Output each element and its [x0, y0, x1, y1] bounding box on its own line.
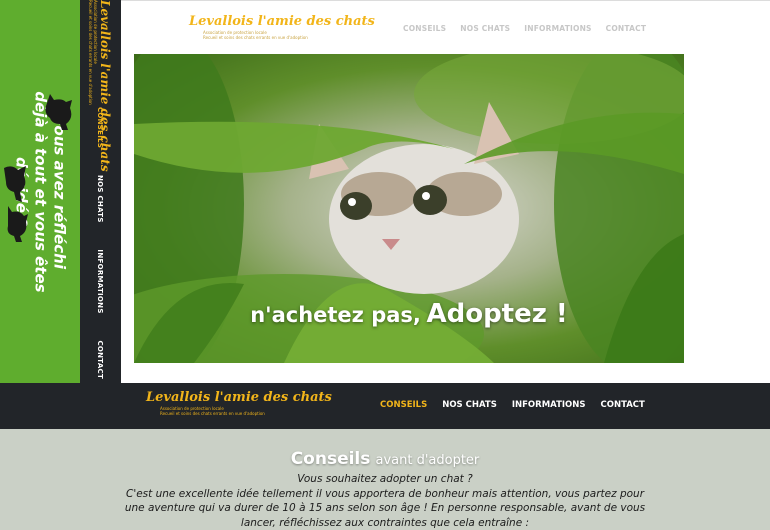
cat-silhouette-icon: [7, 206, 28, 242]
section-title-rest: avant d'adopter: [375, 453, 480, 468]
side-nav-links: CONSEILS NOS CHATS INFORMATIONS CONTACT: [96, 107, 104, 383]
section-title: Conseils avant d'adopter: [0, 449, 770, 469]
main-nav-item-informations[interactable]: INFORMATIONS: [512, 400, 586, 410]
main-nav-item-conseils[interactable]: CONSEILS: [380, 400, 427, 410]
nav-logo-title: Levallois l'amie des chats: [146, 390, 332, 405]
main-nav-bar: Levallois l'amie des chats Association d…: [0, 383, 770, 429]
left-promo-banner: Vous avez réfléchi déjà à tout et vous ê…: [0, 0, 80, 383]
top-nav: CONSEILS NOS CHATS INFORMATIONS CONTACT: [403, 24, 646, 33]
top-logo-title: Levallois l'amie des chats: [189, 14, 375, 29]
main-nav-item-nos-chats[interactable]: NOS CHATS: [442, 400, 497, 410]
hero-image: n'achetez pas, Adoptez !: [134, 54, 684, 363]
hero-caption: n'achetez pas, Adoptez !: [134, 299, 684, 329]
side-nav-item-contact[interactable]: CONTACT: [96, 340, 104, 379]
side-logo-subtitle-2: Recueil et soins des chats errants en vu…: [88, 0, 93, 105]
top-nav-item-conseils[interactable]: CONSEILS: [403, 24, 446, 33]
top-logo[interactable]: Levallois l'amie des chats Association d…: [185, 13, 375, 40]
hero-caption-big: Adoptez !: [426, 299, 568, 329]
side-nav: Levallois l'amie des chats Association d…: [80, 0, 121, 383]
section-body: Vous souhaitez adopter un chat ? C'est u…: [0, 472, 770, 530]
cat-silhouette-icon: [4, 166, 26, 202]
body-paragraph: C'est une excellente idée tellement il v…: [125, 487, 645, 500]
promo-line-2: déjà à tout et vous êtes: [31, 91, 50, 293]
top-nav-item-contact[interactable]: CONTACT: [606, 24, 647, 33]
body-paragraph: Vous souhaitez adopter un chat ?: [297, 473, 473, 485]
top-nav-item-nos-chats[interactable]: NOS CHATS: [460, 24, 510, 33]
hero-caption-small: n'achetez pas,: [250, 303, 421, 327]
top-header: Levallois l'amie des chats Association d…: [121, 0, 770, 54]
side-nav-item-conseils[interactable]: CONSEILS: [96, 107, 104, 148]
cat-silhouette-icon: [45, 94, 72, 130]
top-nav-item-informations[interactable]: INFORMATIONS: [524, 24, 591, 33]
section-title-main: Conseils: [290, 449, 371, 469]
content-section: Conseils avant d'adopter Vous souhaitez …: [0, 429, 770, 530]
top-logo-subtitle-2: Recueil et soins des chats errants en vu…: [203, 35, 308, 40]
nav-logo[interactable]: Levallois l'amie des chats Association d…: [142, 389, 332, 416]
main-nav-links: CONSEILS NOS CHATS INFORMATIONS CONTACT: [380, 400, 645, 410]
promo-line-1: Vous avez réfléchi: [50, 115, 69, 269]
main-nav-item-contact[interactable]: CONTACT: [601, 400, 645, 410]
body-paragraph: lancer, réfléchissez aux contraintes que…: [240, 516, 530, 529]
nav-logo-subtitle-2: Recueil et soins des chats errants en vu…: [160, 411, 265, 416]
body-paragraph: une aventure qui va durer de 10 à 15 ans…: [124, 502, 646, 514]
side-nav-item-nos-chats[interactable]: NOS CHATS: [96, 175, 104, 223]
side-nav-item-informations[interactable]: INFORMATIONS: [96, 249, 104, 313]
